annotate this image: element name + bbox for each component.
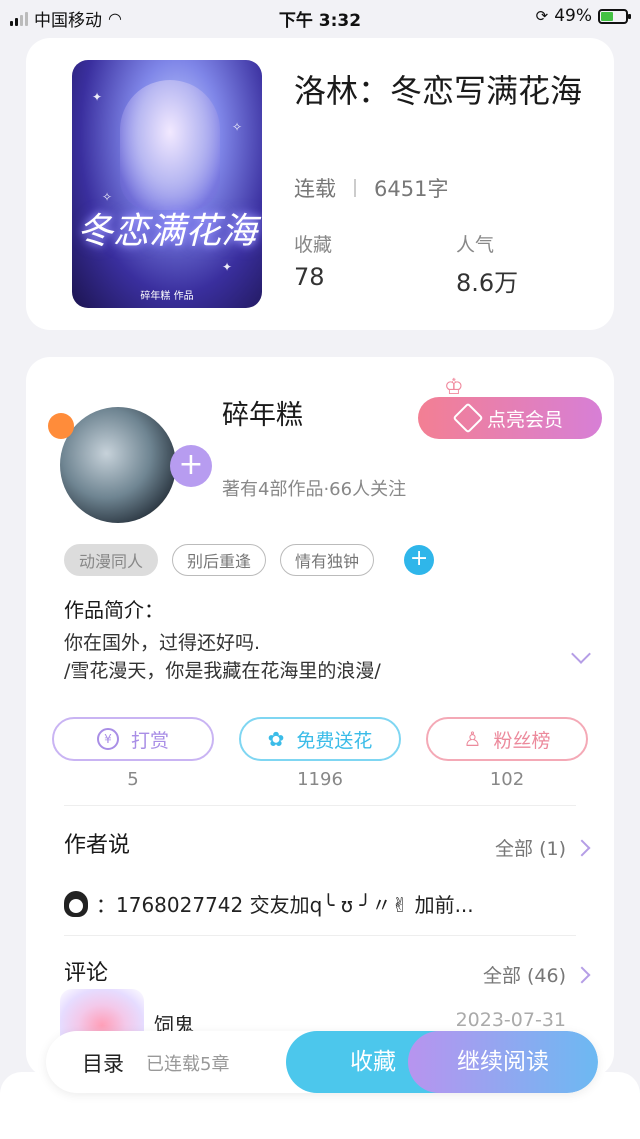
status-bar: 中国移动 ◠ 下午 3:32 ⟳ 49% (0, 0, 640, 34)
follow-plus-button[interactable]: + (170, 445, 212, 487)
author-avatar[interactable]: + (48, 399, 212, 525)
qq-penguin-icon (64, 890, 88, 917)
intro-label: 作品简介： (64, 598, 164, 622)
favorites-value: 78 (294, 263, 325, 291)
detail-card: + 碎年糕 著有4部作品·66人关注 ♔ 点亮会员 动漫同人 别后重逢 情有独钟… (26, 357, 614, 1077)
cover-figure (120, 80, 220, 210)
add-tag-button[interactable]: + (404, 545, 435, 575)
flower-action: ✿ 免费送花 1196 (239, 717, 401, 790)
toc-info: 已连载5章 (146, 1054, 230, 1075)
tag-item[interactable]: 情有独钟 (280, 544, 375, 576)
fans-icon: ♙ (463, 727, 482, 751)
diamond-icon (452, 402, 484, 434)
divider (64, 805, 576, 806)
tag-item[interactable]: 动漫同人 (64, 544, 159, 576)
fans-rank-label: 粉丝榜 (493, 729, 551, 752)
author-says-content: ：1768027742 交友加q╰ ʊ ╯〃✌ 加前... (96, 893, 474, 917)
yen-icon: ¥ (96, 728, 119, 750)
reward-button[interactable]: ¥ 打赏 (52, 717, 214, 761)
fans-count: 102 (489, 769, 525, 790)
popularity-label: 人气 (456, 234, 495, 256)
reward-count: 5 (127, 769, 139, 790)
chevron-right-icon (573, 839, 591, 856)
fans-rank-button[interactable]: ♙ 粉丝榜 (426, 717, 588, 761)
action-row: ¥ 打赏 5 ✿ 免费送花 1196 ♙ 粉丝榜 102 (52, 717, 588, 790)
chevron-right-icon (573, 966, 591, 983)
flower-count: 1196 (297, 769, 343, 790)
comments-title: 评论 (64, 961, 109, 986)
send-flower-label: 免费送花 (296, 729, 373, 752)
comment-date: 2023-07-31 (455, 1009, 566, 1031)
signal-icon (10, 11, 28, 26)
send-flower-button[interactable]: ✿ 免费送花 (239, 717, 401, 761)
author-says-title: 作者说 (64, 833, 131, 858)
reward-label: 打赏 (130, 729, 169, 752)
author-name[interactable]: 碎年糕 (222, 393, 303, 432)
book-info-card: ✦ ✧ ✧ ✦ 冬恋满花海 碎年糕 作品 洛林：冬恋写满花海 连载 6451字 … (26, 38, 614, 330)
fans-action: ♙ 粉丝榜 102 (426, 717, 588, 790)
divider (64, 935, 576, 936)
battery-icon (598, 8, 631, 24)
intro-line: /雪花漫天，你是我藏在花海里的浪漫/ (64, 660, 381, 682)
author-says-more-label: 全部 (1) (495, 838, 566, 860)
vip-label: 点亮会员 (486, 408, 563, 431)
bottom-action-bar: 目录 已连载5章 收藏 继续阅读 (46, 1031, 598, 1093)
word-count: 6451字 (374, 177, 449, 201)
book-status: 连载 (294, 177, 336, 201)
book-meta: 连载 6451字 (294, 173, 448, 203)
wifi-icon: ◠ (108, 9, 122, 28)
author-says-item[interactable]: ：1768027742 交友加q╰ ʊ ╯〃✌ 加前... (64, 889, 474, 918)
book-cover[interactable]: ✦ ✧ ✧ ✦ 冬恋满花海 碎年糕 作品 (72, 60, 262, 308)
cover-subtitle: 碎年糕 作品 (140, 291, 194, 302)
tag-item[interactable]: 别后重逢 (172, 544, 267, 576)
cover-title: 冬恋满花海 (76, 211, 257, 252)
flower-decoration-icon (48, 413, 74, 439)
author-says-more[interactable]: 全部 (1) (495, 834, 591, 861)
orientation-lock-icon: ⟳ (535, 7, 549, 25)
intro-text: 你在国外，过得还好吗. /雪花漫天，你是我藏在花海里的浪漫/ (64, 629, 381, 685)
avatar (60, 407, 176, 523)
expand-chevron-icon[interactable] (571, 644, 591, 664)
battery-percent: 49% (554, 6, 592, 26)
comments-more[interactable]: 全部 (46) (482, 961, 591, 988)
intro-line: 你在国外，过得还好吗. (64, 632, 261, 654)
carrier-label: 中国移动 (34, 11, 102, 31)
reward-action: ¥ 打赏 5 (52, 717, 214, 790)
comments-more-label: 全部 (46) (482, 965, 566, 987)
favorites-label: 收藏 (294, 234, 333, 256)
vip-button[interactable]: 点亮会员 (418, 397, 602, 439)
continue-reading-button[interactable]: 继续阅读 (408, 1031, 598, 1093)
popularity-value: 8.6万 (456, 269, 519, 297)
author-info: 著有4部作品·66人关注 (222, 479, 407, 500)
tag-list: 动漫同人 别后重逢 情有独钟 + (64, 544, 435, 576)
flower-icon: ✿ (267, 727, 285, 751)
book-title: 洛林：冬恋写满花海 (294, 72, 583, 110)
toc-button[interactable]: 目录 (82, 1048, 124, 1078)
